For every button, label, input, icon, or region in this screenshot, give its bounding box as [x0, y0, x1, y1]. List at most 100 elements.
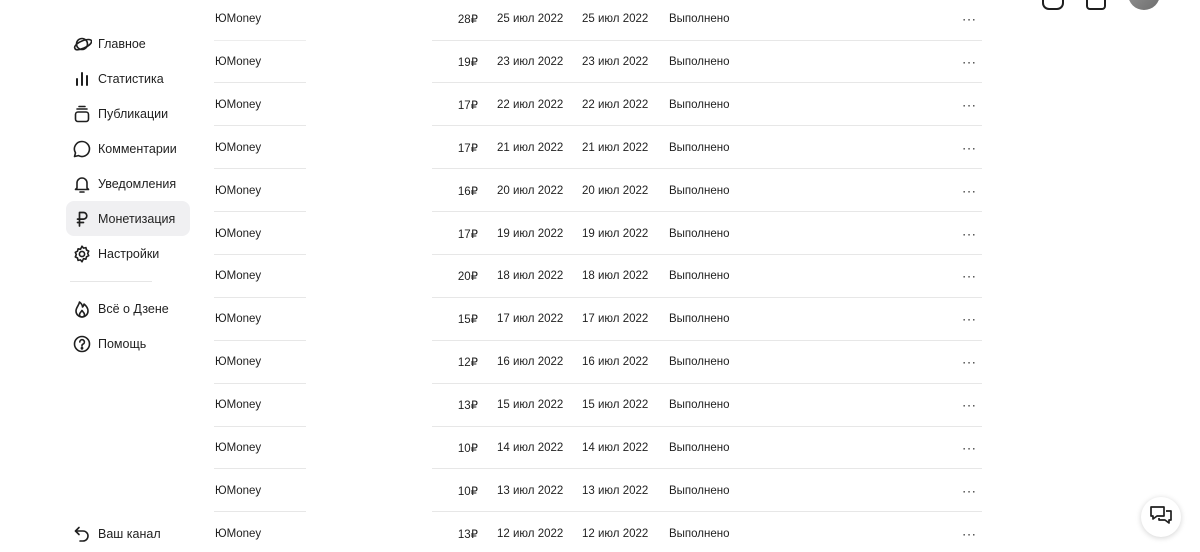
payout-created-date: 20 июл 2022	[497, 184, 564, 197]
payout-status: Выполнено	[669, 484, 730, 497]
payout-created-date: 22 июл 2022	[497, 98, 564, 111]
gear-icon	[72, 244, 92, 264]
table-row: ЮMoney 12₽ 16 июл 2022 16 июл 2022 Выполнено…	[214, 341, 982, 384]
sidebar-item-settings[interactable]: Настройки	[66, 236, 190, 271]
payout-paid-date: 13 июл 2022	[582, 484, 649, 497]
sidebar-item-notifications[interactable]: Уведомления	[66, 166, 190, 201]
payouts-table: ЮMoney 28₽ 25 июл 2022 25 июл 2022 Выполнено…	[214, 0, 982, 552]
table-row: ЮMoney 17₽ 19 июл 2022 19 июл 2022 Выполнено…	[214, 212, 982, 255]
payout-created-date: 16 июл 2022	[497, 356, 564, 369]
more-options-icon[interactable]: ···	[962, 355, 977, 370]
payout-created-date: 12 июл 2022	[497, 527, 564, 540]
sidebar-item-label: Комментарии	[98, 141, 177, 156]
payout-paid-date: 15 июл 2022	[582, 399, 649, 412]
payout-paid-date: 22 июл 2022	[582, 98, 649, 111]
sidebar: Главное Статистика Публикации Комментари…	[66, 26, 190, 361]
payout-created-date: 17 июл 2022	[497, 313, 564, 326]
payout-paid-date: 25 июл 2022	[582, 13, 649, 25]
payout-status: Выполнено	[669, 441, 730, 454]
payout-amount: 28₽	[457, 14, 478, 26]
table-row: ЮMoney 10₽ 14 июл 2022 14 июл 2022 Выполнено…	[214, 427, 982, 470]
more-options-icon[interactable]: ···	[962, 12, 977, 27]
back-arrow-icon	[72, 524, 92, 544]
payout-amount: 10₽	[457, 485, 478, 498]
payout-paid-date: 20 июл 2022	[582, 184, 649, 197]
table-row: ЮMoney 17₽ 21 июл 2022 21 июл 2022 Выполнено…	[214, 126, 982, 170]
payout-amount: 16₽	[457, 185, 478, 198]
your-channel-link[interactable]: Ваш канал	[66, 516, 161, 551]
payout-created-date: 15 июл 2022	[497, 399, 564, 412]
table-row: ЮMoney 13₽ 12 июл 2022 12 июл 2022 Выполнено…	[214, 512, 982, 552]
table-row: ЮMoney 16₽ 20 июл 2022 20 июл 2022 Выполнено…	[214, 169, 982, 213]
sidebar-item-comments[interactable]: Комментарии	[66, 131, 190, 166]
sidebar-item-monetization[interactable]: Монетизация	[66, 201, 190, 236]
payout-method: ЮMoney	[215, 141, 262, 154]
payout-method: ЮMoney	[215, 55, 262, 68]
more-options-icon[interactable]: ···	[962, 54, 977, 69]
payout-status: Выполнено	[669, 227, 730, 240]
more-options-icon[interactable]: ···	[962, 483, 977, 498]
payout-status: Выполнено	[669, 13, 730, 25]
dzen-logo[interactable]	[72, 0, 182, 4]
create-icon[interactable]	[1042, 0, 1064, 10]
payout-method: ЮMoney	[215, 13, 262, 25]
chat-icon	[1149, 504, 1173, 531]
more-options-icon[interactable]: ···	[962, 226, 977, 241]
table-row: ЮMoney 20₽ 18 июл 2022 18 июл 2022 Выполнено…	[214, 255, 982, 298]
payout-amount: 17₽	[457, 99, 478, 112]
planet-icon	[72, 34, 92, 54]
sidebar-divider	[70, 281, 152, 282]
flame-icon	[72, 299, 92, 319]
table-row: ЮMoney 13₽ 15 июл 2022 15 июл 2022 Выполнено…	[214, 384, 982, 427]
sidebar-item-label: Статистика	[98, 71, 164, 86]
sidebar-item-publications[interactable]: Публикации	[66, 96, 190, 131]
sidebar-item-main[interactable]: Главное	[66, 26, 190, 61]
payout-amount: 17₽	[457, 228, 478, 241]
payout-status: Выполнено	[669, 184, 730, 197]
more-options-icon[interactable]: ···	[962, 312, 977, 327]
payout-paid-date: 21 июл 2022	[582, 141, 649, 154]
sidebar-item-label: Уведомления	[98, 176, 177, 191]
sidebar-item-stats[interactable]: Статистика	[66, 61, 190, 96]
avatar[interactable]	[1128, 0, 1160, 10]
payout-created-date: 18 июл 2022	[497, 270, 564, 283]
payout-created-date: 23 июл 2022	[497, 55, 564, 68]
more-options-icon[interactable]: ···	[962, 97, 977, 112]
payout-amount: 12₽	[457, 357, 478, 370]
ruble-icon	[72, 209, 92, 229]
payout-method: ЮMoney	[215, 227, 262, 240]
bell-icon	[72, 174, 92, 194]
payout-paid-date: 14 июл 2022	[582, 441, 649, 454]
sidebar-item-label: Помощь	[98, 336, 147, 351]
payout-amount: 20₽	[457, 271, 478, 284]
more-options-icon[interactable]: ···	[962, 140, 977, 155]
more-options-icon[interactable]: ···	[962, 398, 977, 413]
table-row: ЮMoney 10₽ 13 июл 2022 13 июл 2022 Выполнено…	[214, 469, 982, 513]
notifications-bell-icon[interactable]	[1086, 0, 1106, 10]
payout-amount: 17₽	[457, 142, 478, 155]
sidebar-item-help[interactable]: Помощь	[66, 326, 190, 361]
payout-amount: 13₽	[457, 528, 478, 541]
more-options-icon[interactable]: ···	[962, 440, 977, 455]
payout-method: ЮMoney	[215, 356, 262, 369]
more-options-icon[interactable]: ···	[962, 526, 977, 541]
table-row: ЮMoney 15₽ 17 июл 2022 17 июл 2022 Выполнено…	[214, 298, 982, 341]
payout-amount: 10₽	[457, 442, 478, 455]
more-options-icon[interactable]: ···	[962, 183, 977, 198]
payout-created-date: 25 июл 2022	[497, 13, 564, 25]
payout-paid-date: 17 июл 2022	[582, 313, 649, 326]
sidebar-item-about-dzen[interactable]: Всё о Дзене	[66, 291, 190, 326]
sidebar-item-label: Монетизация	[98, 211, 176, 226]
payout-created-date: 19 июл 2022	[497, 227, 564, 240]
payout-method: ЮMoney	[215, 399, 262, 412]
support-chat-button[interactable]	[1141, 497, 1181, 537]
payout-created-date: 21 июл 2022	[497, 141, 564, 154]
comment-icon	[72, 139, 92, 159]
payout-paid-date: 12 июл 2022	[582, 527, 649, 540]
payout-paid-date: 23 июл 2022	[582, 55, 649, 68]
payout-method: ЮMoney	[215, 270, 262, 283]
table-row: ЮMoney 28₽ 25 июл 2022 25 июл 2022 Выполнено…	[214, 0, 982, 41]
more-options-icon[interactable]: ···	[962, 269, 977, 284]
payout-status: Выполнено	[669, 527, 730, 540]
payout-paid-date: 19 июл 2022	[582, 227, 649, 240]
